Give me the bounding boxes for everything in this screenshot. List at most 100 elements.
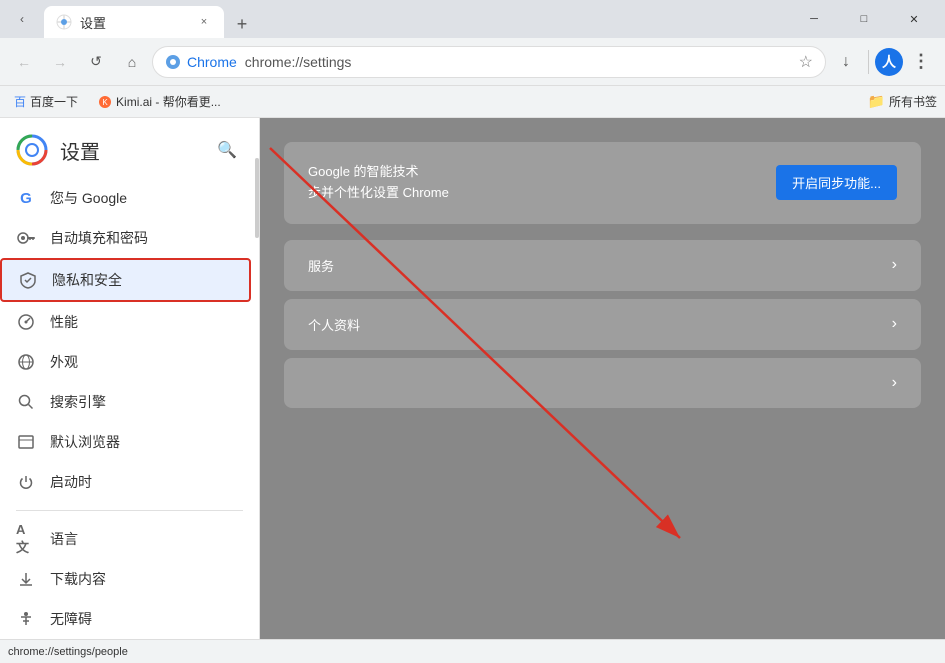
svg-text:K: K: [102, 98, 108, 107]
privacy-icon: [18, 270, 38, 290]
sidebar-default-browser-label: 默认浏览器: [50, 432, 120, 452]
sidebar-item-default-browser[interactable]: 默认浏览器: [0, 422, 251, 462]
settings-page-title: 设置: [60, 136, 100, 165]
sidebar-item-google[interactable]: G 您与 Google: [0, 178, 251, 218]
autofill-icon: [16, 228, 36, 248]
title-bar: ‹ 设置 × + ─ □ ✕: [0, 0, 945, 38]
shield-icon: [19, 271, 37, 289]
sidebar-item-language[interactable]: A文 语言: [0, 519, 251, 559]
extra-row[interactable]: ›: [284, 358, 921, 408]
power-icon: [17, 473, 35, 491]
settings-main: Google 的智能技术 步并个性化设置 Chrome 开启同步功能... 服务…: [260, 118, 945, 639]
all-bookmarks-label[interactable]: 所有书签: [889, 93, 937, 110]
sidebar-item-autofill[interactable]: 自动填充和密码: [0, 218, 251, 258]
sidebar-accessibility-label: 无障碍: [50, 609, 92, 629]
kimi-favicon: K: [98, 95, 112, 109]
minimize-button[interactable]: ─: [791, 3, 837, 35]
services-row[interactable]: 服务 ›: [284, 240, 921, 291]
window-controls-right: ─ □ ✕: [791, 3, 937, 35]
bookmark-baidu-label: 百度一下: [30, 93, 78, 110]
search-engine-icon: [16, 392, 36, 412]
sidebar-item-privacy[interactable]: 隐私和安全: [0, 258, 251, 302]
bookmark-baidu[interactable]: 百 百度一下: [8, 91, 84, 112]
startup-icon: [16, 472, 36, 492]
sync-card: Google 的智能技术 步并个性化设置 Chrome 开启同步功能...: [284, 142, 921, 224]
bookmarks-right-area: 📁 所有书签: [868, 93, 937, 110]
downloads-icon: [16, 569, 36, 589]
active-tab[interactable]: 设置 ×: [44, 6, 224, 38]
new-tab-button[interactable]: +: [228, 10, 256, 38]
nav-right-buttons: ↓ 人 ⋮: [830, 46, 937, 78]
page-area: 设置 🔍 G 您与 Google: [0, 118, 945, 639]
nav-divider: [868, 50, 869, 74]
chrome-logo: [16, 134, 48, 166]
sidebar-item-appearance[interactable]: 外观: [0, 342, 251, 382]
language-icon: A文: [16, 529, 36, 549]
sync-button[interactable]: 开启同步功能...: [776, 165, 897, 200]
sidebar-item-search[interactable]: 搜索引擎: [0, 382, 251, 422]
accessibility-icon: [16, 609, 36, 629]
sidebar-item-performance[interactable]: 性能: [0, 302, 251, 342]
profile-row[interactable]: 个人资料 ›: [284, 299, 921, 350]
sidebar-startup-label: 启动时: [50, 472, 92, 492]
settings-header: 设置 🔍: [0, 118, 259, 174]
profile-chevron: ›: [892, 315, 897, 333]
tab-list: 设置 × +: [44, 0, 787, 38]
settings-content: Google 的智能技术 步并个性化设置 Chrome 开启同步功能... 服务…: [260, 118, 945, 639]
tab-prev-btn[interactable]: ‹: [8, 5, 36, 33]
services-chevron: ›: [892, 256, 897, 274]
sync-text-line1: Google 的智能技术: [308, 162, 449, 183]
globe-icon: [17, 353, 35, 371]
folder-icon: 📁: [868, 93, 885, 110]
sidebar-item-accessibility[interactable]: 无障碍: [0, 599, 251, 639]
site-logo: [165, 54, 181, 70]
settings-sidebar: 设置 🔍 G 您与 Google: [0, 118, 260, 639]
sidebar-downloads-label: 下载内容: [50, 569, 106, 589]
tab-close-button[interactable]: ×: [196, 14, 212, 30]
settings-search-button[interactable]: 🔍: [211, 134, 243, 166]
downloads-button[interactable]: ↓: [830, 46, 862, 78]
services-label: 服务: [308, 256, 334, 275]
baidu-icon: 百: [14, 93, 26, 110]
sidebar-google-label: 您与 Google: [50, 188, 127, 208]
google-icon: G: [16, 188, 36, 208]
chrome-settings-icon: [165, 54, 181, 70]
search-icon: [17, 393, 35, 411]
performance-icon: [16, 312, 36, 332]
status-url: chrome://settings/people: [8, 646, 128, 658]
close-button[interactable]: ✕: [891, 3, 937, 35]
forward-button[interactable]: →: [44, 46, 76, 78]
maximize-button[interactable]: □: [841, 3, 887, 35]
window-controls-left: ‹: [8, 5, 36, 33]
sidebar-divider: [16, 510, 243, 511]
site-name: Chrome: [187, 54, 237, 70]
default-browser-icon: [16, 432, 36, 452]
bookmark-kimi[interactable]: K Kimi.ai - 帮你看更...: [92, 91, 227, 112]
google-g-icon: G: [20, 190, 32, 207]
sidebar-language-label: 语言: [50, 529, 78, 549]
sidebar-item-startup[interactable]: 启动时: [0, 462, 251, 502]
menu-button[interactable]: ⋮: [905, 46, 937, 78]
appearance-icon: [16, 352, 36, 372]
sidebar-item-downloads[interactable]: 下载内容: [0, 559, 251, 599]
key-icon: [17, 229, 35, 247]
sidebar-nav: G 您与 Google 自动填充和密码: [0, 174, 259, 639]
address-bar[interactable]: Chrome chrome://settings ☆: [152, 46, 826, 78]
profile-label: 个人资料: [308, 315, 360, 334]
profile-avatar[interactable]: 人: [875, 48, 903, 76]
tab-title: 设置: [80, 13, 188, 32]
bookmark-star-icon[interactable]: ☆: [799, 52, 813, 72]
bookmarks-bar: 百 百度一下 K Kimi.ai - 帮你看更... 📁 所有书签: [0, 86, 945, 118]
tab-favicon: [56, 14, 72, 30]
sync-text-line2: 步并个性化设置 Chrome: [308, 183, 449, 204]
back-button[interactable]: ←: [8, 46, 40, 78]
reload-button[interactable]: ↺: [80, 46, 112, 78]
sidebar-scrollbar[interactable]: [253, 118, 259, 639]
sidebar-appearance-label: 外观: [50, 352, 78, 372]
home-button[interactable]: ⌂: [116, 46, 148, 78]
sync-card-text: Google 的智能技术 步并个性化设置 Chrome: [308, 162, 449, 204]
accessible-icon: [17, 610, 35, 628]
browser-frame: ‹ 设置 × + ─ □ ✕ ← → ↺ ⌂: [0, 0, 945, 663]
status-bar: chrome://settings/people: [0, 639, 945, 663]
sidebar-privacy-label: 隐私和安全: [52, 270, 122, 290]
